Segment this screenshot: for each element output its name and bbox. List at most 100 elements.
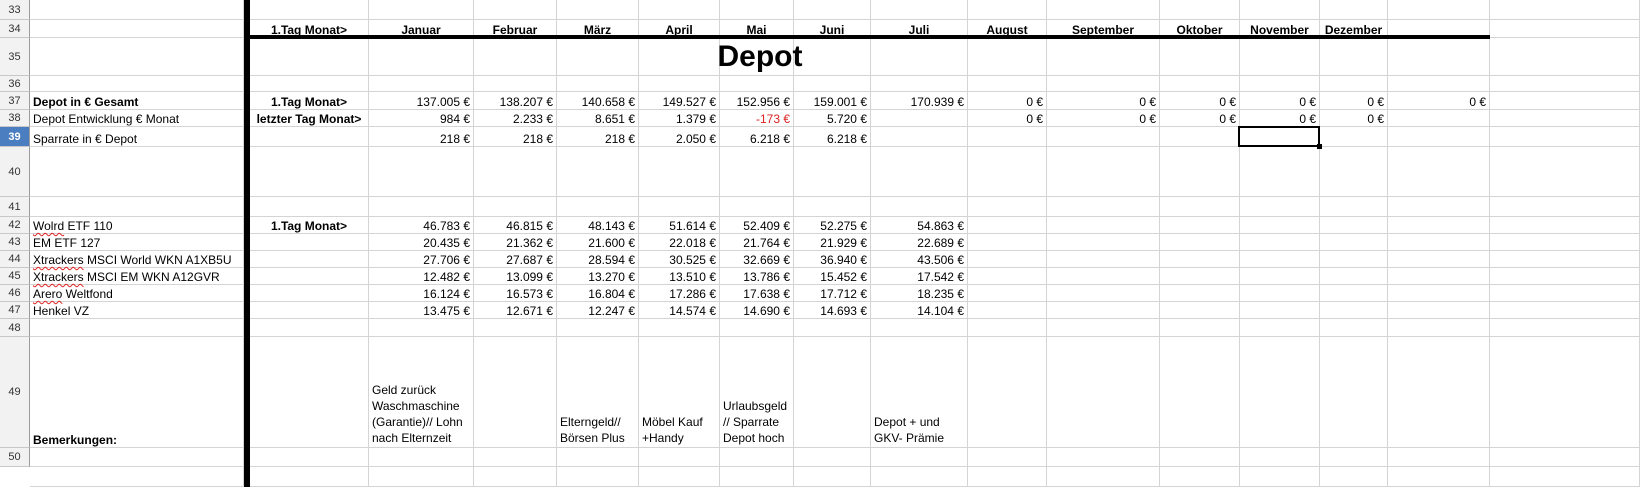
grid-cell[interactable] xyxy=(968,217,1047,234)
grid-cell[interactable] xyxy=(1490,467,1640,487)
grid-cell[interactable] xyxy=(871,127,968,147)
position-value[interactable]: 17.542 € xyxy=(871,268,968,285)
summary-value[interactable]: 170.939 € xyxy=(871,92,968,110)
grid-cell[interactable] xyxy=(1320,127,1388,147)
grid-cell[interactable] xyxy=(720,0,794,20)
position-value[interactable]: 28.594 € xyxy=(557,251,639,268)
grid-cell[interactable] xyxy=(474,197,557,217)
position-value[interactable]: 18.235 € xyxy=(871,285,968,302)
grid-cell[interactable] xyxy=(474,319,557,337)
grid-cell[interactable] xyxy=(1320,76,1388,92)
grid-cell[interactable] xyxy=(1160,319,1240,337)
grid-cell[interactable] xyxy=(1160,234,1240,251)
summary-value[interactable]: 6.218 € xyxy=(794,127,871,147)
summary-value[interactable]: 0 € xyxy=(1160,92,1240,110)
grid-cell[interactable] xyxy=(1490,38,1640,76)
grid-cell[interactable] xyxy=(1160,38,1240,76)
grid-cell[interactable] xyxy=(871,0,968,20)
position-value[interactable]: 13.510 € xyxy=(639,268,720,285)
grid-cell[interactable] xyxy=(1320,234,1388,251)
grid-cell[interactable] xyxy=(1047,234,1160,251)
summary-value[interactable]: 6.218 € xyxy=(720,127,794,147)
summary-value[interactable]: 2.233 € xyxy=(474,110,557,127)
position-value[interactable]: 14.690 € xyxy=(720,302,794,319)
grid-cell[interactable] xyxy=(1240,251,1320,268)
grid-cell[interactable] xyxy=(474,0,557,20)
grid-cell[interactable] xyxy=(968,127,1047,147)
grid-cell[interactable] xyxy=(250,337,369,448)
summary-value[interactable]: 0 € xyxy=(1047,110,1160,127)
position-value[interactable]: 27.687 € xyxy=(474,251,557,268)
grid-cell[interactable] xyxy=(968,251,1047,268)
grid-cell[interactable] xyxy=(1490,197,1640,217)
grid-cell[interactable] xyxy=(474,38,557,76)
summary-value[interactable]: 137.005 € xyxy=(369,92,474,110)
grid-cell[interactable] xyxy=(1047,268,1160,285)
grid-cell[interactable] xyxy=(557,448,639,467)
position-name[interactable]: Xtrackers MSCI EM WKN A12GVR xyxy=(30,268,244,285)
position-value[interactable]: 32.669 € xyxy=(720,251,794,268)
grid-cell[interactable] xyxy=(1320,448,1388,467)
grid-cell[interactable] xyxy=(794,0,871,20)
grid-cell[interactable] xyxy=(639,467,720,487)
grid-cell[interactable] xyxy=(720,319,794,337)
grid-cell[interactable] xyxy=(1240,38,1320,76)
summary-value[interactable]: 0 € xyxy=(968,110,1047,127)
grid-cell[interactable] xyxy=(30,38,244,76)
grid-cell[interactable] xyxy=(474,337,557,448)
grid-cell[interactable] xyxy=(250,251,369,268)
grid-cell[interactable] xyxy=(557,0,639,20)
grid-cell[interactable] xyxy=(1388,251,1490,268)
row-header-47[interactable]: 47 xyxy=(0,302,30,319)
position-value[interactable]: 46.815 € xyxy=(474,217,557,234)
grid-cell[interactable] xyxy=(1240,0,1320,20)
grid-cell[interactable] xyxy=(1388,147,1490,197)
grid-cell[interactable] xyxy=(1047,0,1160,20)
summary-value[interactable]: 5.720 € xyxy=(794,110,871,127)
grid-cell[interactable] xyxy=(1047,337,1160,448)
grid-cell[interactable] xyxy=(1047,448,1160,467)
position-value[interactable]: 21.929 € xyxy=(794,234,871,251)
position-name[interactable]: EM ETF 127 xyxy=(30,234,244,251)
grid-cell[interactable] xyxy=(1490,20,1640,38)
grid-cell[interactable] xyxy=(1160,337,1240,448)
grid-cell[interactable] xyxy=(1388,38,1490,76)
grid-cell[interactable] xyxy=(250,147,369,197)
row-header-50[interactable]: 50 xyxy=(0,448,30,467)
row-header-35[interactable]: 35 xyxy=(0,38,30,76)
grid-cell[interactable] xyxy=(250,268,369,285)
position-value[interactable]: 30.525 € xyxy=(639,251,720,268)
grid-cell[interactable] xyxy=(557,197,639,217)
grid-cell[interactable] xyxy=(871,197,968,217)
grid-cell[interactable] xyxy=(250,319,369,337)
grid-cell[interactable] xyxy=(1490,319,1640,337)
grid-cell[interactable] xyxy=(1490,110,1640,127)
grid-cell[interactable] xyxy=(1388,302,1490,319)
active-cell-selection[interactable] xyxy=(1238,126,1322,149)
position-name[interactable]: Wolrd ETF 110 xyxy=(30,217,244,234)
summary-value[interactable]: 152.956 € xyxy=(720,92,794,110)
grid-cell[interactable] xyxy=(1047,467,1160,487)
grid-cell[interactable] xyxy=(250,234,369,251)
row-header-36[interactable]: 36 xyxy=(0,76,30,92)
grid-cell[interactable] xyxy=(794,319,871,337)
summary-value[interactable]: 2.050 € xyxy=(639,127,720,147)
grid-cell[interactable] xyxy=(1388,234,1490,251)
grid-cell[interactable] xyxy=(30,76,244,92)
grid-cell[interactable] xyxy=(871,448,968,467)
grid-cell[interactable] xyxy=(968,285,1047,302)
summary-value[interactable]: 0 € xyxy=(1320,92,1388,110)
remark-text[interactable]: Elterngeld// Börsen Plus xyxy=(557,337,639,448)
grid-cell[interactable] xyxy=(369,319,474,337)
grid-cell[interactable] xyxy=(1047,197,1160,217)
grid-cell[interactable] xyxy=(1240,268,1320,285)
row-header-41[interactable]: 41 xyxy=(0,197,30,217)
grid-cell[interactable] xyxy=(30,448,244,467)
summary-value[interactable]: 1.379 € xyxy=(639,110,720,127)
grid-cell[interactable] xyxy=(1320,251,1388,268)
grid-cell[interactable] xyxy=(30,467,244,487)
position-value[interactable]: 14.574 € xyxy=(639,302,720,319)
grid-cell[interactable] xyxy=(30,0,244,20)
grid-cell[interactable] xyxy=(1240,319,1320,337)
spreadsheet-grid[interactable]: 33 34 35 36 37 38 39 40 41 42 43 44 45 46 47 48 49 50 1.Ta… xyxy=(0,0,1640,487)
